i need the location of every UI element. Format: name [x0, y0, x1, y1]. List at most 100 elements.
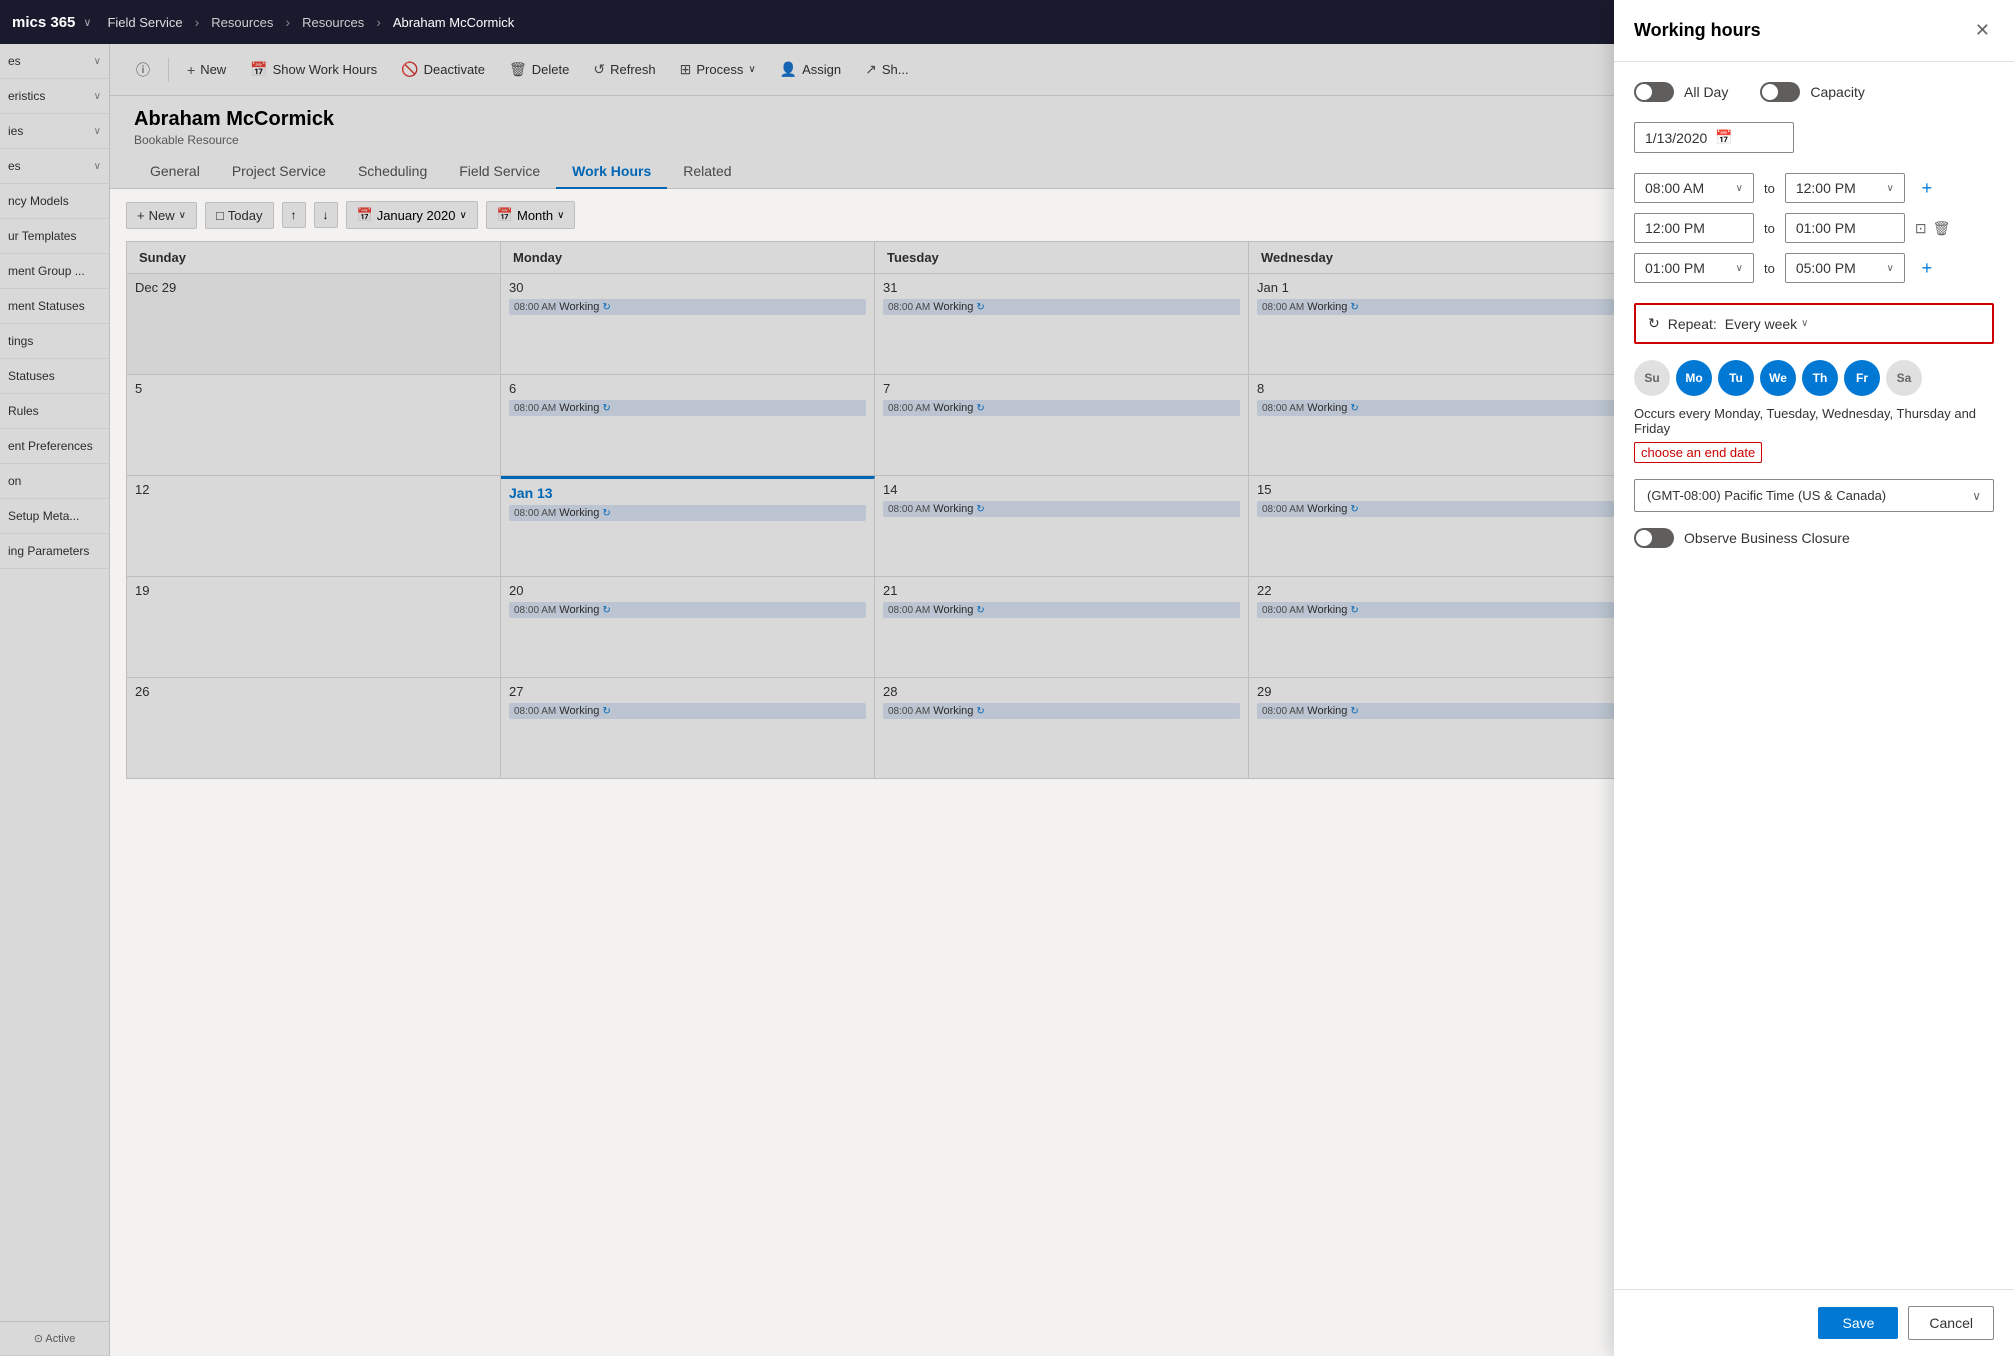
cal-cell-22[interactable]: 22 08:00 AM Working ↻	[1249, 577, 1623, 677]
tab-field-service[interactable]: Field Service	[443, 155, 556, 189]
cal-event-8[interactable]: 08:00 AM Working ↻	[1257, 400, 1614, 416]
time-from-1[interactable]: 08:00 AM ∨	[1634, 173, 1754, 203]
cal-event-14[interactable]: 08:00 AM Working ↻	[883, 501, 1240, 517]
cal-cell-30[interactable]: 30 08:00 AM Working ↻	[501, 274, 875, 374]
time-from-3[interactable]: 01:00 PM ∨	[1634, 253, 1754, 283]
cal-cell-jan1[interactable]: Jan 1 08:00 AM Working ↻	[1249, 274, 1623, 374]
cal-cell-15[interactable]: 15 08:00 AM Working ↻	[1249, 476, 1623, 576]
bc-person[interactable]: Abraham McCormick	[393, 15, 514, 30]
cal-event-7[interactable]: 08:00 AM Working ↻	[883, 400, 1240, 416]
cal-prev-button[interactable]: ↑	[282, 202, 306, 228]
choose-end-date-link[interactable]: choose an end date	[1634, 442, 1762, 463]
time-delete-icon-2[interactable]: 🗑	[1933, 220, 1951, 237]
wh-close-button[interactable]: ✕	[1971, 16, 1994, 45]
sidebar-item-9[interactable]: Statuses	[0, 359, 109, 394]
sidebar-item-3[interactable]: es ∨	[0, 149, 109, 184]
cal-event-22[interactable]: 08:00 AM Working ↻	[1257, 602, 1614, 618]
time-add-btn-1[interactable]: +	[1915, 176, 1939, 200]
sidebar-item-4[interactable]: ncy Models	[0, 184, 109, 219]
time-to-3[interactable]: 05:00 PM ∨	[1785, 253, 1905, 283]
cal-event-29[interactable]: 08:00 AM Working ↻	[1257, 703, 1614, 719]
sidebar-item-10[interactable]: Rules	[0, 394, 109, 429]
tab-work-hours[interactable]: Work Hours	[556, 155, 667, 189]
sidebar-item-13[interactable]: Setup Meta...	[0, 499, 109, 534]
delete-button[interactable]: 🗑 Delete	[499, 55, 579, 84]
cal-cell-31[interactable]: 31 08:00 AM Working ↻	[875, 274, 1249, 374]
bc-resources2[interactable]: Resources	[302, 15, 364, 30]
cal-cell-28[interactable]: 28 08:00 AM Working ↻	[875, 678, 1249, 778]
cal-event-6[interactable]: 08:00 AM Working ↻	[509, 400, 866, 416]
assign-button[interactable]: 👤 Assign	[770, 55, 851, 84]
cal-today-button[interactable]: □ Today	[205, 202, 274, 229]
cal-cell-jan13[interactable]: Jan 13 08:00 AM Working ↻	[501, 476, 875, 576]
cal-event-jan1[interactable]: 08:00 AM Working ↻	[1257, 299, 1614, 315]
business-closure-toggle[interactable]	[1634, 528, 1674, 548]
cal-event-21[interactable]: 08:00 AM Working ↻	[883, 602, 1240, 618]
sidebar-item-0[interactable]: es ∨	[0, 44, 109, 79]
cal-event-15[interactable]: 08:00 AM Working ↻	[1257, 501, 1614, 517]
cal-cell-dec29[interactable]: Dec 29	[127, 274, 501, 374]
sidebar-item-14[interactable]: ing Parameters	[0, 534, 109, 569]
cal-cell-7[interactable]: 7 08:00 AM Working ↻	[875, 375, 1249, 475]
time-to-1[interactable]: 12:00 PM ∨	[1785, 173, 1905, 203]
cal-cell-6[interactable]: 6 08:00 AM Working ↻	[501, 375, 875, 475]
repeat-select[interactable]: Every week ∨	[1725, 316, 1809, 332]
cal-cell-12[interactable]: 12	[127, 476, 501, 576]
cal-cell-5[interactable]: 5	[127, 375, 501, 475]
cal-cell-27[interactable]: 27 08:00 AM Working ↻	[501, 678, 875, 778]
timezone-select[interactable]: (GMT-08:00) Pacific Time (US & Canada) ∨	[1634, 479, 1994, 512]
day-btn-mo[interactable]: Mo	[1676, 360, 1712, 396]
cal-event-31[interactable]: 08:00 AM Working ↻	[883, 299, 1240, 315]
share-button[interactable]: ↗ Sh...	[855, 55, 918, 84]
day-btn-we[interactable]: We	[1760, 360, 1796, 396]
show-work-hours-button[interactable]: 📅 Show Work Hours	[240, 55, 387, 84]
date-picker-icon[interactable]: 📅	[1715, 129, 1732, 146]
tab-general[interactable]: General	[134, 155, 216, 189]
refresh-button[interactable]: ↺ Refresh	[583, 55, 665, 84]
cal-cell-20[interactable]: 20 08:00 AM Working ↻	[501, 577, 875, 677]
save-button[interactable]: Save	[1818, 1307, 1898, 1339]
cancel-button[interactable]: Cancel	[1908, 1306, 1994, 1340]
day-btn-sa[interactable]: Sa	[1886, 360, 1922, 396]
sidebar-item-12[interactable]: on	[0, 464, 109, 499]
time-to-2[interactable]: 01:00 PM	[1785, 213, 1905, 243]
capacity-toggle[interactable]	[1760, 82, 1800, 102]
info-button[interactable]: ⓘ	[126, 54, 160, 86]
day-btn-tu[interactable]: Tu	[1718, 360, 1754, 396]
sidebar-item-1[interactable]: eristics ∨	[0, 79, 109, 114]
cal-event-20[interactable]: 08:00 AM Working ↻	[509, 602, 866, 618]
sidebar-item-7[interactable]: ment Statuses	[0, 289, 109, 324]
all-day-toggle[interactable]	[1634, 82, 1674, 102]
cal-cell-29[interactable]: 29 08:00 AM Working ↻	[1249, 678, 1623, 778]
cal-view-selector[interactable]: 📅 Month ∨	[486, 201, 576, 229]
tab-project-service[interactable]: Project Service	[216, 155, 342, 189]
cal-event-jan13[interactable]: 08:00 AM Working ↻	[509, 505, 866, 521]
date-field[interactable]: 1/13/2020 📅	[1634, 122, 1794, 153]
cal-new-button[interactable]: + New ∨	[126, 202, 197, 229]
new-button[interactable]: + New	[177, 56, 236, 84]
sidebar-item-11[interactable]: ent Preferences	[0, 429, 109, 464]
cal-cell-14[interactable]: 14 08:00 AM Working ↻	[875, 476, 1249, 576]
time-from-2[interactable]: 12:00 PM	[1634, 213, 1754, 243]
tab-scheduling[interactable]: Scheduling	[342, 155, 443, 189]
bc-resources1[interactable]: Resources	[211, 15, 273, 30]
process-button[interactable]: ⊞ Process ∨	[670, 55, 766, 84]
sidebar-item-6[interactable]: ment Group ...	[0, 254, 109, 289]
cal-event-27[interactable]: 08:00 AM Working ↻	[509, 703, 866, 719]
tab-related[interactable]: Related	[667, 155, 747, 189]
cal-cell-26[interactable]: 26	[127, 678, 501, 778]
cal-next-button[interactable]: ↓	[314, 202, 338, 228]
cal-event-30[interactable]: 08:00 AM Working ↻	[509, 299, 866, 315]
deactivate-button[interactable]: 🚫 Deactivate	[391, 55, 495, 84]
day-btn-fr[interactable]: Fr	[1844, 360, 1880, 396]
cal-cell-19[interactable]: 19	[127, 577, 501, 677]
cal-cell-8[interactable]: 8 08:00 AM Working ↻	[1249, 375, 1623, 475]
sidebar-item-8[interactable]: tings	[0, 324, 109, 359]
day-btn-su[interactable]: Su	[1634, 360, 1670, 396]
cal-event-28[interactable]: 08:00 AM Working ↻	[883, 703, 1240, 719]
time-copy-icon-2[interactable]: ⊡	[1915, 220, 1927, 237]
time-add-btn-3[interactable]: +	[1915, 256, 1939, 280]
sidebar-item-5[interactable]: ur Templates	[0, 219, 109, 254]
cal-period-selector[interactable]: 📅 January 2020 ∨	[346, 201, 478, 229]
day-btn-th[interactable]: Th	[1802, 360, 1838, 396]
